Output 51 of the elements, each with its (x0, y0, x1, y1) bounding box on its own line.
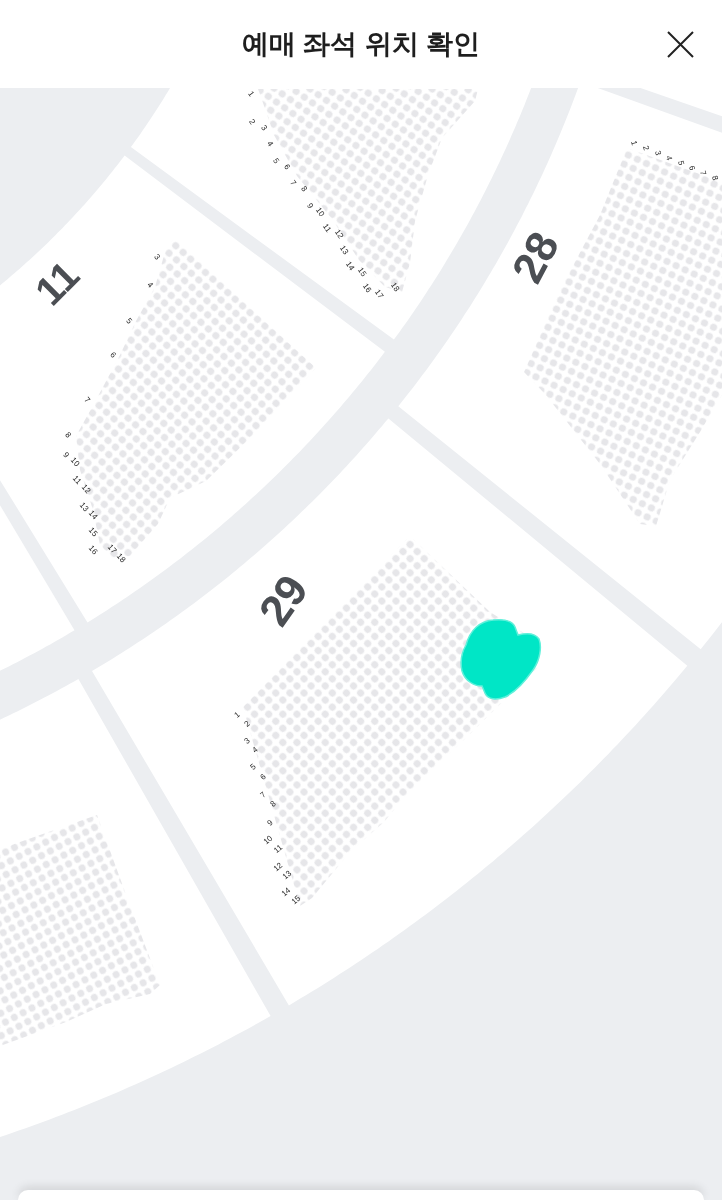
row-number: 7 (698, 169, 708, 177)
close-icon (666, 30, 694, 58)
row-number: 5 (124, 316, 134, 326)
row-number: 5 (676, 159, 686, 167)
row-number: 12 (332, 227, 346, 241)
row-number: 2 (242, 719, 252, 729)
row-number: 8 (299, 184, 309, 194)
section-number: 11 (26, 252, 88, 314)
row-number: 7 (82, 395, 92, 405)
row-number: 3 (653, 149, 663, 157)
row-number: 15 (355, 265, 369, 279)
row-number: 4 (664, 154, 674, 162)
row-number: 6 (258, 772, 268, 782)
row-number: 8 (710, 174, 720, 182)
row-number: 9 (305, 201, 315, 211)
row-number: 2 (641, 144, 651, 152)
row-number: 7 (258, 790, 268, 800)
row-number: 4 (265, 139, 275, 149)
row-number: 5 (271, 156, 281, 166)
row-number: 4 (145, 280, 155, 290)
row-number: 6 (282, 162, 292, 172)
row-number: 10 (68, 455, 82, 469)
row-number: 9 (61, 450, 71, 460)
row-number: 8 (268, 799, 278, 809)
row-number: 16 (86, 543, 100, 557)
row-number: 14 (343, 259, 357, 273)
row-number: 13 (337, 243, 351, 257)
row-number: 7 (288, 178, 298, 188)
row-number: 9 (265, 818, 275, 828)
row-number: 4 (250, 745, 260, 755)
row-number: 16 (360, 281, 374, 295)
row-number: 3 (152, 252, 162, 262)
row-number: 11 (320, 222, 334, 234)
row-number: 3 (242, 736, 252, 746)
row-number: 15 (86, 525, 100, 539)
row-number: 10 (313, 205, 327, 219)
row-number: 2 (247, 117, 257, 127)
row-number: 1 (246, 89, 256, 99)
row-number: 5 (248, 762, 258, 772)
row-number: 1 (629, 139, 639, 147)
section-number: 29 (248, 565, 318, 635)
section-number: 28 (501, 223, 569, 291)
page-title: 예매 좌석 위치 확인 (240, 27, 482, 61)
row-number: 6 (687, 164, 697, 172)
row-number: 13 (77, 500, 91, 514)
row-number: 3 (259, 123, 269, 133)
row-number: 1 (232, 710, 242, 720)
row-number: 6 (108, 350, 118, 360)
row-number: 8 (63, 430, 73, 440)
row-number: 18 (388, 280, 402, 294)
row-number: 17 (372, 287, 386, 301)
